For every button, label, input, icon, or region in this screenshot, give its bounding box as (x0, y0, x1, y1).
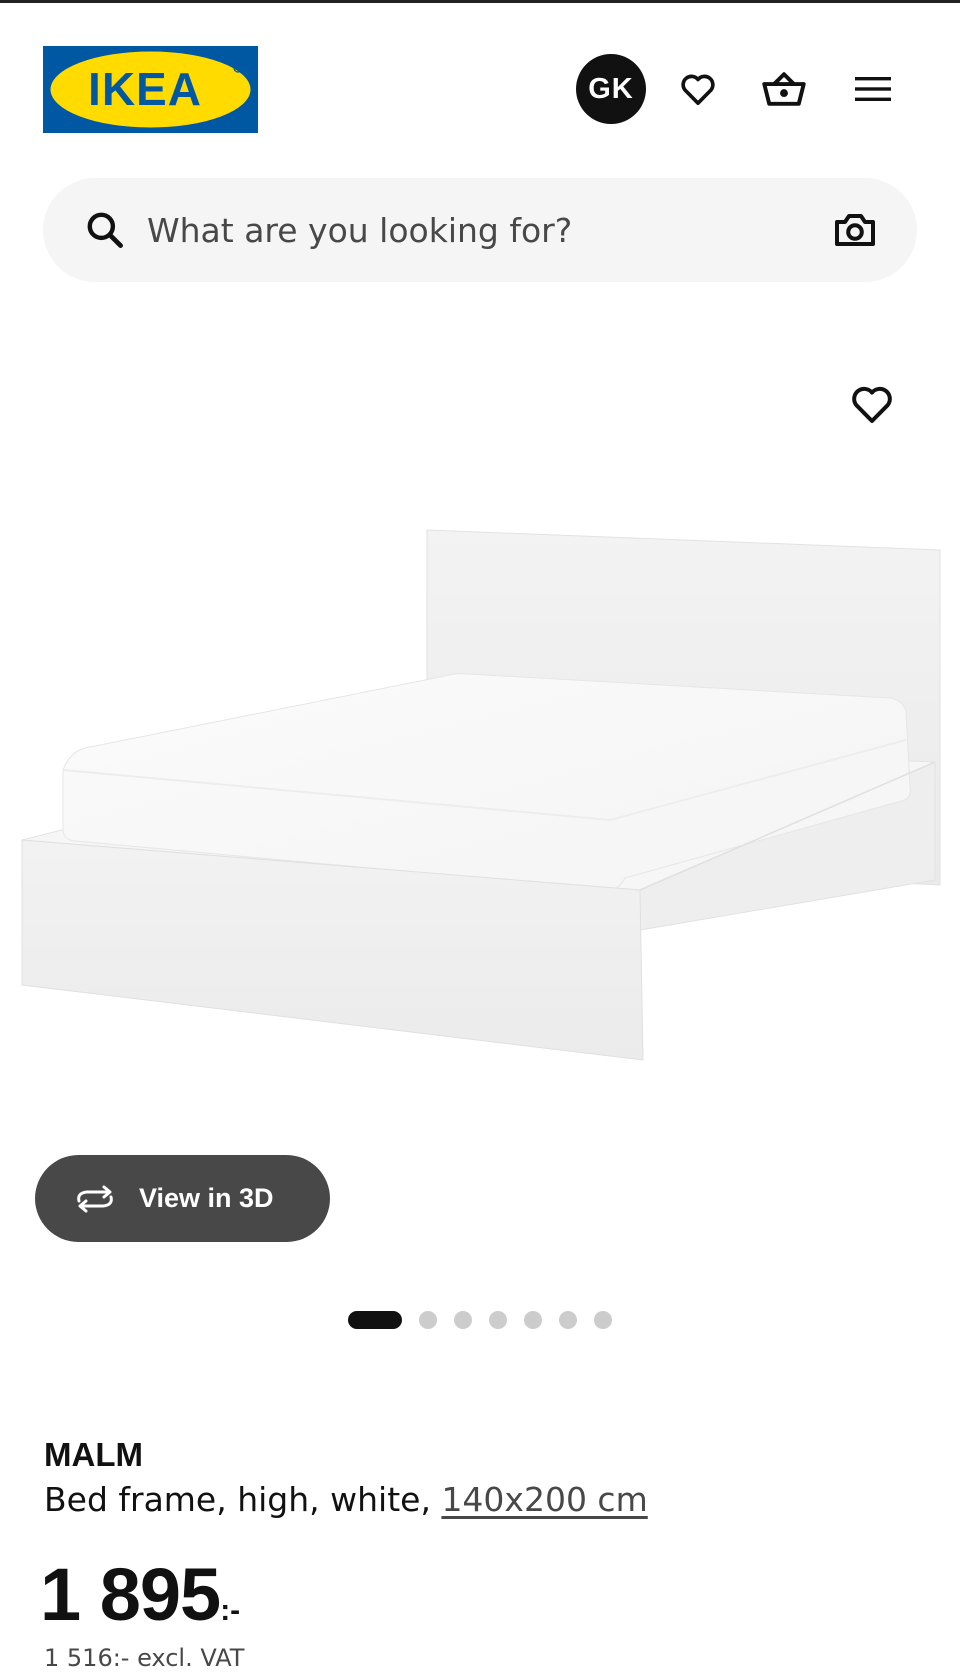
carousel-dot[interactable] (419, 1311, 437, 1329)
view-in-3d-button[interactable]: View in 3D (35, 1155, 330, 1242)
add-to-favourites-button[interactable] (848, 380, 896, 428)
price-excl-vat: 1 516:- excl. VAT (44, 1644, 245, 1672)
product-image[interactable] (0, 300, 960, 1160)
carousel-dot[interactable] (454, 1311, 472, 1329)
product-name: MALM (44, 1436, 143, 1473)
carousel-dot-active[interactable] (348, 1311, 402, 1329)
price-suffix: :- (220, 1594, 241, 1627)
heart-icon (852, 386, 892, 423)
heart-icon (681, 74, 715, 105)
hamburger-menu-icon (855, 77, 891, 101)
account-avatar[interactable]: GK (576, 54, 646, 124)
avatar-initials: GK (588, 72, 634, 105)
size-link[interactable]: 140x200 cm (441, 1480, 647, 1519)
rotate-arrows-icon (77, 1185, 113, 1212)
menu-button[interactable] (850, 66, 896, 112)
shopping-bag-button[interactable] (761, 66, 807, 112)
image-carousel-dots (348, 1311, 629, 1329)
search-bar[interactable] (43, 178, 917, 282)
search-icon[interactable] (83, 208, 127, 252)
favourites-button[interactable] (675, 66, 721, 112)
product-description: Bed frame, high, white, 140x200 cm (44, 1480, 648, 1519)
carousel-dot[interactable] (489, 1311, 507, 1329)
bed-frame-illustration (21, 529, 941, 1061)
shopping-basket-icon (762, 72, 806, 106)
price-value: 1 895 (40, 1553, 221, 1636)
carousel-dot[interactable] (559, 1311, 577, 1329)
svg-text:IKEA: IKEA (88, 63, 202, 115)
camera-icon[interactable] (831, 206, 879, 254)
carousel-dot[interactable] (594, 1311, 612, 1329)
product-price: 1 895:- (40, 1552, 240, 1637)
product-description-text: Bed frame, high, white, (44, 1480, 442, 1519)
ikea-logo-graphic: IKEA (43, 46, 258, 133)
search-input[interactable] (147, 200, 807, 260)
carousel-dot[interactable] (524, 1311, 542, 1329)
ikea-logo[interactable]: IKEA (43, 46, 258, 133)
top-divider (0, 0, 960, 3)
view-in-3d-label: View in 3D (139, 1183, 274, 1213)
